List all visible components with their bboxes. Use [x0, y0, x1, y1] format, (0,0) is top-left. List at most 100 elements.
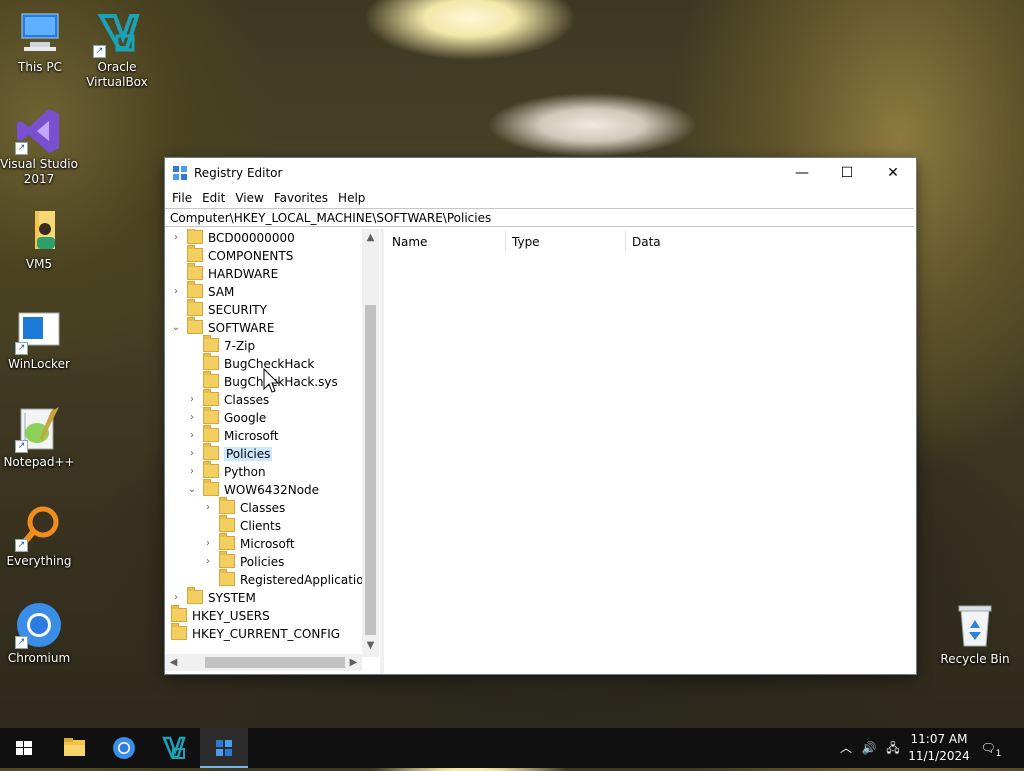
expand-chevron-icon[interactable]: › [203, 535, 213, 553]
taskbar-chromium[interactable] [100, 728, 148, 768]
menu-file[interactable]: File [167, 188, 197, 208]
maximize-button[interactable]: ☐ [824, 158, 870, 188]
folder-icon [203, 443, 219, 460]
folder-icon [203, 353, 219, 370]
taskbar-registry-editor[interactable] [200, 728, 248, 768]
tree-node-wow-registeredapplications[interactable]: RegisteredApplications [203, 569, 377, 589]
network-icon[interactable]: 🖧 [882, 728, 904, 768]
tree-node-7zip[interactable]: 7-Zip [187, 335, 255, 355]
expand-chevron-icon[interactable]: › [187, 391, 197, 409]
tree-node-wow-clients[interactable]: Clients [203, 515, 281, 535]
tree-node-python[interactable]: › Python [187, 461, 266, 481]
taskbar-clock[interactable]: 11:07 AM 11/1/2024 [904, 731, 974, 765]
volume-icon[interactable]: 🔊 [858, 728, 880, 768]
taskbar-file-explorer[interactable] [50, 728, 98, 768]
expand-chevron-icon[interactable]: › [203, 499, 213, 517]
desktop-icon-everything[interactable]: ↗ Everything [0, 504, 79, 569]
expand-chevron-icon[interactable]: › [187, 409, 197, 427]
collapse-chevron-icon[interactable]: ⌄ [187, 481, 197, 499]
tree-node-wow6432node[interactable]: ⌄ WOW6432Node [187, 479, 319, 499]
tree-node-wow-policies[interactable]: › Policies [203, 551, 284, 571]
folder-icon [203, 335, 219, 352]
folder-icon [187, 317, 203, 334]
notification-center-button[interactable]: 🗨 1 [978, 728, 1008, 768]
scroll-up-arrow-icon[interactable]: ▲ [362, 229, 379, 246]
desktop-label-recycle-bin: Recycle Bin [940, 652, 1010, 666]
desktop-icon-chromium[interactable]: ↗ Chromium [0, 601, 79, 666]
menu-edit[interactable]: Edit [197, 188, 230, 208]
address-bar[interactable]: Computer\HKEY_LOCAL_MACHINE\SOFTWARE\Pol… [165, 208, 914, 227]
expand-chevron-icon[interactable]: › [187, 445, 197, 463]
column-header-data[interactable]: Data [632, 235, 661, 249]
tree-node-hkey-users[interactable]: HKEY_USERS [171, 605, 270, 625]
menu-favorites[interactable]: Favorites [269, 188, 333, 208]
scroll-left-arrow-icon[interactable]: ◀ [165, 654, 182, 671]
start-icon [16, 741, 32, 755]
scroll-down-arrow-icon[interactable]: ▼ [362, 637, 379, 654]
desktop-icon-virtualbox[interactable]: ↗ Oracle VirtualBox [77, 10, 157, 90]
virtualbox-icon: ↗ [93, 10, 141, 58]
expand-chevron-icon[interactable] [187, 373, 197, 391]
folder-icon [219, 515, 235, 532]
expand-chevron-icon[interactable] [171, 247, 181, 265]
expand-chevron-icon[interactable] [203, 517, 213, 535]
show-hidden-icons-chevron-icon[interactable]: ︿ [836, 728, 856, 768]
expand-chevron-icon[interactable] [203, 571, 213, 589]
tree-node-software[interactable]: ⌄ SOFTWARE [171, 317, 274, 337]
desktop-icon-notepadpp[interactable]: ↗ Notepad++ [0, 405, 79, 470]
desktop-icon-recycle-bin[interactable]: Recycle Bin [935, 602, 1015, 667]
tree-node-google[interactable]: › Google [187, 407, 266, 427]
desktop-icon-this-pc[interactable]: This PC [0, 10, 80, 75]
desktop-icon-visual-studio[interactable]: ↗ Visual Studio 2017 [0, 107, 79, 187]
folder-icon [203, 389, 219, 406]
vertical-scroll-thumb[interactable] [365, 305, 376, 635]
expand-chevron-icon[interactable]: › [171, 229, 181, 247]
expand-chevron-icon[interactable]: › [203, 553, 213, 571]
column-header-type[interactable]: Type [512, 235, 540, 249]
tree-node-wow-classes[interactable]: › Classes [203, 497, 285, 517]
folder-icon [187, 587, 203, 604]
tree-node-sam[interactable]: › SAM [171, 281, 234, 301]
everything-search-icon: ↗ [15, 504, 63, 552]
expand-chevron-icon[interactable]: › [171, 283, 181, 301]
column-header-name[interactable]: Name [392, 235, 427, 249]
close-button[interactable]: ✕ [870, 158, 916, 188]
collapse-chevron-icon[interactable]: ⌄ [171, 319, 181, 337]
tree-vertical-scrollbar[interactable]: ▲ ▼ [362, 229, 379, 657]
shortcut-arrow-icon: ↗ [93, 45, 106, 58]
tree-horizontal-scrollbar[interactable]: ◀ ▶ [165, 654, 362, 671]
expand-chevron-icon[interactable] [171, 301, 181, 319]
tree-node-security[interactable]: SECURITY [171, 299, 267, 319]
tree-node-wow-microsoft[interactable]: › Microsoft [203, 533, 295, 553]
folder-icon [219, 569, 235, 586]
folder-icon [171, 623, 187, 640]
expand-chevron-icon[interactable] [187, 355, 197, 373]
folder-icon [219, 533, 235, 550]
desktop-icon-vm5[interactable]: VM5 [0, 207, 79, 272]
desktop-label-this-pc: This PC [18, 60, 62, 74]
desktop-icon-winlocker[interactable]: ↗ WinLocker [0, 307, 79, 372]
title-bar[interactable]: Registry Editor — ☐ ✕ [165, 158, 916, 188]
start-button[interactable] [0, 728, 48, 768]
expand-chevron-icon[interactable] [171, 265, 181, 283]
expand-chevron-icon[interactable]: › [187, 463, 197, 481]
expand-chevron-icon[interactable] [187, 337, 197, 355]
values-list[interactable]: Name Type Data [384, 229, 914, 674]
menu-view[interactable]: View [230, 188, 268, 208]
menu-help[interactable]: Help [333, 188, 370, 208]
desktop-label-visual-studio: Visual Studio 2017 [0, 157, 78, 186]
clock-date: 11/1/2024 [908, 749, 970, 763]
clock-time: 11:07 AM [910, 732, 968, 746]
tree-node-system[interactable]: › SYSTEM [171, 587, 256, 607]
tree-node-classes[interactable]: › Classes [187, 389, 269, 409]
column-divider[interactable] [505, 231, 506, 251]
scroll-right-arrow-icon[interactable]: ▶ [345, 654, 362, 671]
minimize-button[interactable]: — [779, 158, 825, 188]
tree-node-policies-selected[interactable]: › Policies [187, 443, 273, 463]
horizontal-scroll-thumb[interactable] [205, 657, 345, 668]
tree-node-hkey-current-config[interactable]: HKEY_CURRENT_CONFIG [171, 623, 340, 643]
tree-node-microsoft[interactable]: › Microsoft [187, 425, 279, 445]
column-divider[interactable] [625, 231, 626, 251]
taskbar-virtualbox[interactable] [150, 728, 198, 768]
expand-chevron-icon[interactable]: › [187, 427, 197, 445]
